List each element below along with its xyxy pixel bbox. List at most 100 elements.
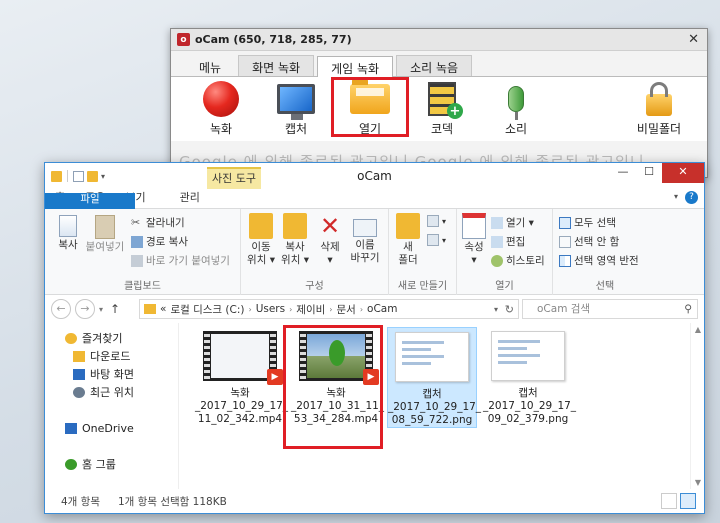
move-folder-icon (249, 213, 273, 239)
forward-icon[interactable]: → (75, 299, 95, 319)
highlight-box-file (283, 325, 383, 449)
nav-item[interactable]: 홈 그룹 (45, 455, 178, 473)
navigation-pane: 즐겨찾기 다운로드 바탕 화면 최근 위치 OneDrive 홈 그룹 (45, 323, 179, 489)
context-tab-picture-tools[interactable]: 사진 도구 (207, 167, 261, 189)
invert-selection-button[interactable]: 선택 영역 반전 (559, 253, 639, 268)
ocam-close-icon[interactable]: ✕ (688, 32, 699, 47)
open-dropdown-button[interactable]: 열기 ▾ (491, 215, 534, 230)
ocam-logo-icon: o (177, 33, 190, 46)
ocam-tab-screen-record[interactable]: 화면 녹화 (238, 55, 315, 76)
scroll-up-icon[interactable]: ▲ (691, 325, 705, 334)
recent-locations-icon[interactable]: ▾ (99, 305, 103, 314)
properties-small-icon[interactable] (73, 170, 84, 182)
search-icon[interactable]: ⚲ (684, 300, 692, 318)
copy-path-button[interactable]: 경로 복사 (131, 234, 188, 249)
ocam-toolbar: 녹화 캡처 열기 + 코덱 소리 비밀폴더 (171, 77, 707, 141)
secret-folder-button[interactable]: 비밀폴더 (624, 79, 694, 137)
history-button[interactable]: 히스토리 (491, 253, 545, 268)
breadcrumb-user[interactable]: 제이비 (296, 302, 325, 317)
new-item-button[interactable]: ▾ (427, 215, 446, 227)
copy-folder-icon (283, 213, 307, 239)
quick-access-toolbar: ▾ (45, 170, 105, 182)
refresh-icon[interactable]: ↻ (505, 303, 514, 316)
play-badge-icon: ▶ (267, 369, 283, 385)
edit-button[interactable]: 편집 (491, 234, 525, 249)
ribbon: 복사 붙여넣기 ✂ 잘라내기 경로 복사 바로 가기 붙여넣기 클립보드 이동 … (45, 209, 704, 295)
paste-shortcut-button[interactable]: 바로 가기 붙여넣기 (131, 253, 230, 268)
highlight-box-open (331, 77, 409, 137)
search-input[interactable]: oCam 검색 ⚲ (522, 299, 698, 319)
status-bar: 4개 항목 1개 항목 선택함 118KB (45, 489, 704, 513)
shortcut-icon (131, 254, 143, 267)
ocam-tab-menu[interactable]: 메뉴 (185, 55, 235, 76)
ocam-tab-sound-record[interactable]: 소리 녹음 (396, 55, 473, 76)
cloud-icon (65, 422, 77, 434)
ribbon-tabs: 파일 홈 공유 보기 관리 ▾ ? (45, 188, 704, 213)
nav-item[interactable]: 즐겨찾기 (45, 329, 178, 347)
item-count: 4개 항목 (61, 495, 100, 508)
file-item[interactable]: 캡처 _2017_10_29_17_ 09_02_379.png (483, 327, 576, 426)
maximize-icon[interactable]: ☐ (636, 163, 662, 183)
rename-button[interactable]: 이름 바꾸기 (347, 213, 383, 265)
file-item-selected[interactable]: 캡처 _2017_10_29_17_ 08_59_722.png (387, 327, 481, 428)
new-folder-button[interactable]: 새 폴더 (395, 213, 421, 267)
breadcrumb-drive[interactable]: 로컬 디스크 (C:) (170, 302, 244, 317)
ocam-tab-game-record[interactable]: 게임 녹화 (317, 56, 394, 77)
select-all-icon (559, 216, 571, 229)
select-all-button[interactable]: 모두 선택 (559, 215, 616, 230)
download-folder-icon (73, 350, 85, 362)
microphone-icon (508, 86, 524, 120)
delete-button[interactable]: ✕ 삭제 ▾ (315, 213, 345, 267)
qat-dropdown-icon[interactable]: ▾ (101, 172, 105, 181)
breadcrumb-users[interactable]: Users (256, 303, 285, 315)
easy-access-button[interactable]: ▾ (427, 234, 446, 246)
paste-button[interactable]: 붙여넣기 (85, 215, 125, 254)
codec-button[interactable]: + 코덱 (407, 79, 477, 137)
select-none-button[interactable]: 선택 안 함 (559, 234, 619, 249)
record-button[interactable]: 녹화 (186, 79, 256, 137)
tab-manage[interactable]: 관리 (170, 188, 210, 208)
group-new: 새 폴더 ▾ ▾ 새로 만들기 (389, 209, 457, 295)
properties-button[interactable]: 속성 ▾ (461, 213, 487, 267)
nav-item[interactable]: 바탕 화면 (45, 365, 178, 383)
open-icon (491, 216, 503, 229)
explorer-window: ▾ 사진 도구 oCam — ☐ ✕ 파일 홈 공유 보기 관리 ▾ ? 복사 … (44, 162, 705, 514)
breadcrumb-overflow[interactable]: « (160, 303, 166, 315)
codec-icon: + (428, 82, 463, 119)
file-item[interactable]: ▶ 녹화 _2017_10_29_17_ 11_02_342.mp4 (195, 327, 288, 426)
nav-item[interactable]: 다운로드 (45, 347, 178, 365)
easy-access-icon (427, 234, 439, 246)
sound-button[interactable]: 소리 (481, 79, 551, 137)
copy-button[interactable]: 복사 (53, 215, 83, 252)
image-thumbnail-icon (395, 332, 469, 382)
breadcrumb-documents[interactable]: 문서 (336, 302, 355, 317)
properties-icon (462, 213, 486, 239)
nav-item[interactable]: 최근 위치 (45, 383, 178, 401)
ocam-title: oCam (650, 718, 285, 77) (195, 33, 352, 46)
address-dropdown-icon[interactable]: ▾ (494, 305, 498, 314)
new-folder-small-icon[interactable] (87, 170, 98, 182)
up-icon[interactable]: ↑ (107, 302, 123, 316)
move-to-button[interactable]: 이동 위치 ▾ (245, 213, 277, 267)
new-folder-icon (396, 213, 420, 239)
nav-item[interactable]: OneDrive (45, 419, 178, 437)
scroll-down-icon[interactable]: ▼ (691, 478, 705, 487)
vertical-scrollbar[interactable]: ▲ ▼ (690, 323, 704, 489)
breadcrumb-ocam[interactable]: oCam (367, 303, 397, 315)
cut-button[interactable]: ✂ 잘라내기 (131, 215, 185, 230)
video-thumbnail-icon: ▶ (203, 331, 283, 385)
close-icon[interactable]: ✕ (662, 163, 704, 183)
file-list: ▶ 녹화 _2017_10_29_17_ 11_02_342.mp4 ▶ 녹화 … (195, 323, 684, 489)
delete-x-icon: ✕ (319, 212, 341, 240)
minimize-icon[interactable]: — (610, 163, 636, 183)
back-icon[interactable]: ← (51, 299, 71, 319)
help-icon[interactable]: ? (685, 191, 698, 204)
large-icons-view-icon[interactable] (680, 493, 696, 509)
explorer-title-bar: ▾ 사진 도구 oCam — ☐ ✕ (45, 163, 704, 189)
details-view-icon[interactable] (661, 493, 677, 509)
address-bar[interactable]: « 로컬 디스크 (C:) › Users › 제이비 › 문서 › oCam … (139, 299, 519, 319)
copy-to-button[interactable]: 복사 위치 ▾ (279, 213, 311, 267)
capture-button[interactable]: 캡처 (261, 79, 331, 137)
recent-icon (73, 386, 85, 398)
ribbon-collapse-icon[interactable]: ▾ (674, 192, 678, 201)
